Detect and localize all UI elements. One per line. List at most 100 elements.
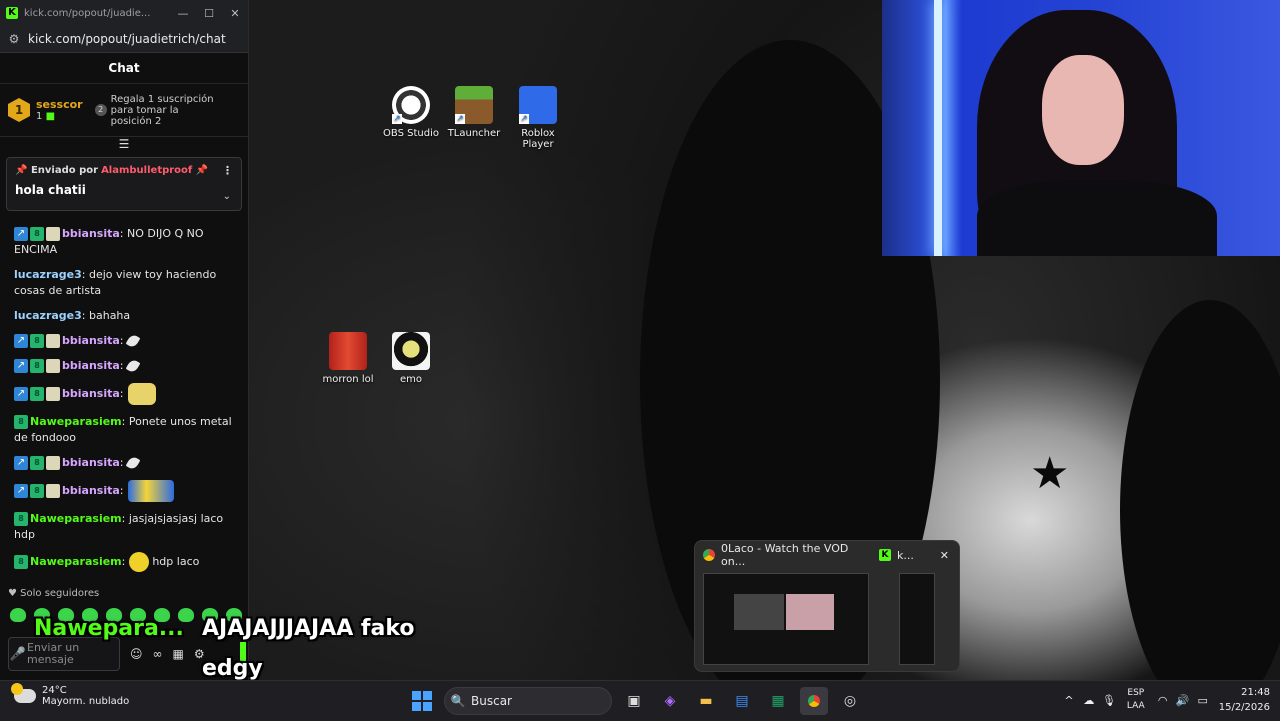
clock-time: 21:48 <box>1241 687 1270 698</box>
chat-text: : <box>119 387 124 400</box>
desktop-icon-label: morron lol <box>322 374 374 385</box>
emote-picker-icon[interactable]: ☺ <box>130 647 143 661</box>
address-bar[interactable]: ⚙ kick.com/popout/juadietrich/chat <box>0 26 248 53</box>
chat-username[interactable]: bbiansita <box>62 456 120 469</box>
desktop-icon-label: OBS Studio <box>383 128 439 139</box>
chat-message: ↗8bbiansita: se pone celoso <box>0 577 240 580</box>
emote-icon <box>127 480 174 502</box>
subscriber-badge-icon: 8 <box>14 555 28 569</box>
wallpaper-star: ★ <box>1030 448 1070 499</box>
desktop-icon-morron[interactable]: morron lol <box>316 332 380 385</box>
chat-messages: ↗ 8 bbiansita: NO DIJO Q NO ENCIMA lucazrag… <box>0 222 240 580</box>
followers-only-label: Solo seguidores <box>20 588 100 599</box>
store-icon[interactable]: ▦ <box>173 647 184 661</box>
subscriber-badge-icon: 8 <box>14 512 28 526</box>
spreadsheet-icon[interactable]: ▦ <box>764 687 792 715</box>
pinned-message[interactable]: 📌 Enviado por Alambulletproof 📌 ⋮ hola c… <box>6 157 242 211</box>
desktop-icon-roblox[interactable]: ↗ Roblox Player <box>506 86 570 150</box>
notepad-icon[interactable]: ▤ <box>728 687 756 715</box>
chat-username[interactable]: lucazrage3 <box>14 309 82 322</box>
collapse-icon[interactable]: ☰ <box>0 137 248 151</box>
chat-username[interactable]: Naweparasiem <box>30 512 122 525</box>
chat-message: ↗ 8 bbiansita: <box>0 476 240 507</box>
user-badges: ↗ 8 <box>14 455 62 471</box>
chat-text: hdp laco <box>148 555 200 568</box>
gift-sub-prompt[interactable]: 2 Regala 1 suscripción para tomar la pos… <box>94 94 221 127</box>
chat-username[interactable]: bbiansita <box>62 227 120 240</box>
start-button[interactable] <box>408 687 436 715</box>
followers-only-status: ♥ Solo seguidores <box>0 588 99 599</box>
emote-icon <box>128 552 149 572</box>
close-icon[interactable]: ✕ <box>940 549 949 562</box>
file-explorer-icon[interactable]: ▬ <box>692 687 720 715</box>
desktop-icon-label: TLauncher <box>447 128 501 139</box>
desktop-icon-tlauncher[interactable]: ↗ TLauncher <box>442 86 506 139</box>
task-view-icon[interactable]: ▣ <box>620 687 648 715</box>
avatar-badge-icon <box>46 334 60 348</box>
weather-widget[interactable]: 24°C Mayorm. nublado <box>11 683 130 707</box>
microphone-icon[interactable]: 🎙 <box>1099 694 1119 707</box>
chat-input[interactable]: 🎤 Enviar un mensaje <box>8 637 120 671</box>
chat-username[interactable]: Naweparasiem <box>30 415 122 428</box>
desktop-icon-emo[interactable]: emo <box>379 332 443 385</box>
chat-username[interactable]: bbiansita <box>62 359 120 372</box>
desktop-icon-label: emo <box>399 374 422 385</box>
chevron-up-icon[interactable]: ^ <box>1059 694 1079 707</box>
chat-title: Chat <box>0 53 248 84</box>
chat-username[interactable]: bbiansita <box>62 334 120 347</box>
site-settings-icon[interactable]: ⚙ <box>0 32 28 46</box>
subscriber-badge-icon: 8 <box>30 456 44 470</box>
subscriber-badge-icon: 8 <box>30 334 44 348</box>
chrome-taskbar-icon[interactable] <box>800 687 828 715</box>
maximize-button[interactable]: ☐ <box>196 7 222 20</box>
image-icon <box>392 332 430 370</box>
clock[interactable]: 21:48 15/2/2026 <box>1219 685 1270 715</box>
volume-icon[interactable]: 🔊 <box>1173 694 1193 707</box>
chat-text: : <box>119 456 124 469</box>
leader-name[interactable]: sesscor <box>36 98 83 111</box>
chat-message: 8 Naweparasiem: Ponete unos metal de fond… <box>0 410 240 451</box>
pin-icon: 📌 <box>15 165 31 176</box>
message-separator: : <box>121 555 129 568</box>
og-badge-icon: ↗ <box>14 334 28 348</box>
weather-desc: Mayorm. nublado <box>42 696 130 707</box>
copilot-icon[interactable]: ◈ <box>656 687 684 715</box>
wallpaper-hair <box>1120 300 1280 720</box>
microphone-icon[interactable]: 🎤 <box>9 647 27 662</box>
subscriber-badge-icon: 8 <box>30 484 44 498</box>
preview-thumbnail-2[interactable] <box>899 573 935 665</box>
thumbnail-webcam <box>786 594 834 630</box>
image-icon <box>329 332 367 370</box>
leaderboard: 1 sesscor 1 ■ 2 Regala 1 suscripción par… <box>0 84 248 137</box>
obs-taskbar-icon[interactable]: ◎ <box>836 687 864 715</box>
pinned-sender[interactable]: Alambulletproof <box>101 165 192 176</box>
preview-thumbnail-1[interactable] <box>703 573 869 665</box>
battery-icon[interactable]: ▭ <box>1193 694 1213 707</box>
wifi-icon[interactable]: ◠ <box>1153 694 1173 707</box>
thumbnail-video <box>734 594 784 630</box>
language-indicator[interactable]: ESP LAA <box>1127 687 1145 713</box>
close-button[interactable]: ✕ <box>222 7 248 20</box>
user-badges: ↗ 8 <box>14 483 62 499</box>
chat-username[interactable]: bbiansita <box>62 484 120 497</box>
unpin-icon[interactable]: 📌 <box>196 165 208 176</box>
combo-icon[interactable]: ∞ <box>153 647 163 661</box>
avatar-badge-icon <box>46 484 60 498</box>
chat-username[interactable]: bbiansita <box>62 387 120 400</box>
chat-username[interactable]: lucazrage3 <box>14 268 82 281</box>
emote-icon[interactable] <box>10 608 26 622</box>
search-label: Buscar <box>471 694 512 708</box>
desktop-icon-label: Roblox Player <box>521 128 555 150</box>
more-options-icon[interactable]: ⋮ <box>222 164 233 177</box>
desktop-icon-obs[interactable]: ↗ OBS Studio <box>379 86 443 139</box>
chat-username[interactable]: Naweparasiem <box>30 555 122 568</box>
minimize-button[interactable]: — <box>170 7 196 20</box>
preview-title-1[interactable]: 0Laco - Watch the VOD on... <box>721 542 871 568</box>
taskbar-search[interactable]: 🔍 Buscar <box>444 687 612 715</box>
cloud-sync-icon[interactable]: ☁ <box>1079 694 1099 707</box>
sent-by-label: Enviado por <box>30 165 99 176</box>
preview-title-2[interactable]: k... <box>897 549 914 562</box>
overlay-chat-message: AJAJAJJJAJAA fako <box>202 616 415 641</box>
chat-message: 8 Naweparasiem: jasjajsjasjasj laco hdp <box>0 507 240 548</box>
chevron-down-icon[interactable]: ⌄ <box>223 191 231 202</box>
